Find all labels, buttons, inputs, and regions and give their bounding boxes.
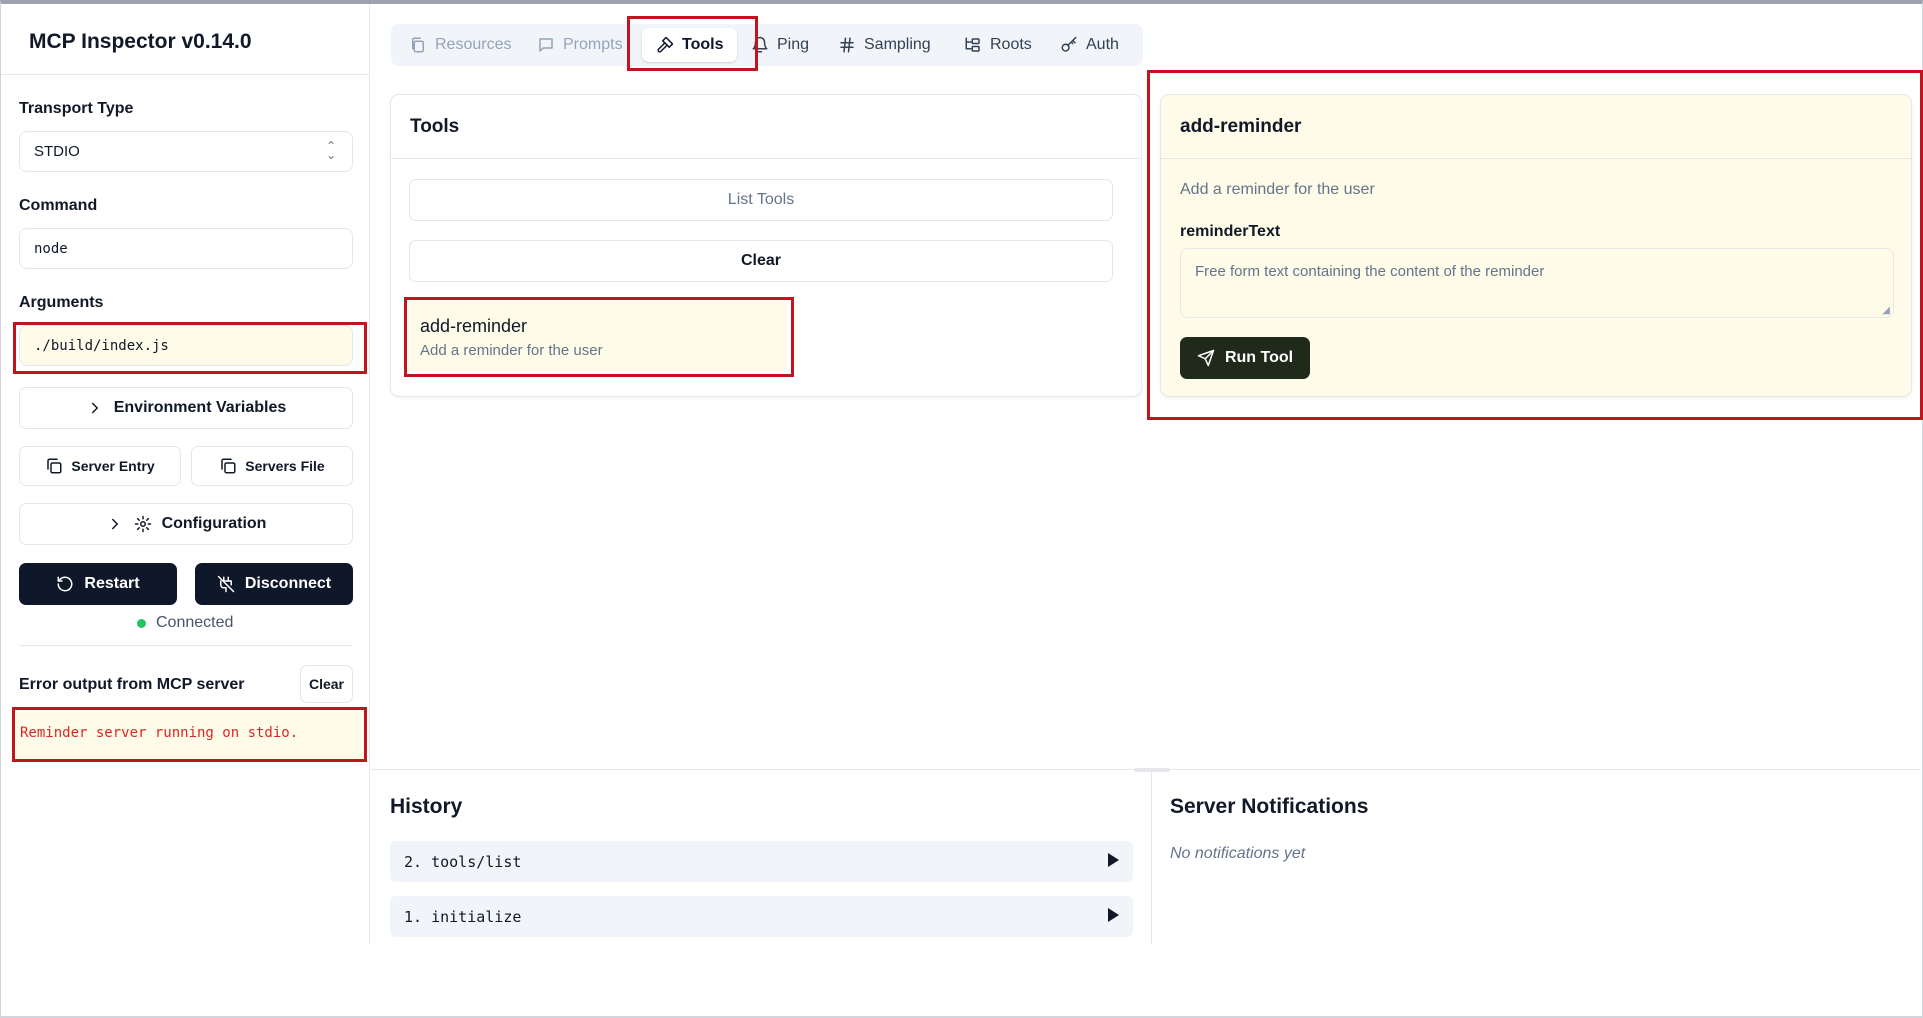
folder-tree-icon xyxy=(965,37,980,52)
tool-detail-description: Add a reminder for the user xyxy=(1180,181,1375,198)
arguments-value: ./build/index.js xyxy=(34,337,169,354)
server-notifications-title: Server Notifications xyxy=(1170,795,1369,818)
tab-roots[interactable]: Roots xyxy=(964,28,1032,62)
tab-bar: Resources Prompts Tools Ping Sampling Ro… xyxy=(391,24,1143,66)
app-title: MCP Inspector v0.14.0 xyxy=(29,30,252,53)
restart-button[interactable]: Restart xyxy=(19,563,177,605)
run-tool-label: Run Tool xyxy=(1224,349,1294,366)
run-tool-button[interactable]: Run Tool xyxy=(1180,337,1310,379)
history-item-label: 1. initialize xyxy=(404,907,522,926)
tab-auth-label: Auth xyxy=(1086,36,1119,53)
list-tools-button[interactable]: List Tools xyxy=(409,179,1113,221)
error-output-text: Reminder server running on stdio. xyxy=(14,712,366,762)
sidebar-divider-2 xyxy=(19,645,353,646)
tool-item-description: Add a reminder for the user xyxy=(420,342,603,359)
clear-tools-button[interactable]: Clear xyxy=(409,240,1113,282)
notifications-empty-text: No notifications yet xyxy=(1170,845,1306,862)
resize-handle-icon[interactable]: ◢ xyxy=(1882,305,1890,316)
sidebar: MCP Inspector v0.14.0 Transport Type STD… xyxy=(1,4,370,944)
environment-variables-toggle[interactable]: Environment Variables xyxy=(19,387,353,429)
command-label: Command xyxy=(19,197,98,214)
history-item[interactable]: 2. tools/list xyxy=(390,841,1133,882)
send-icon xyxy=(1197,349,1215,367)
hammer-icon xyxy=(657,36,674,53)
arguments-label: Arguments xyxy=(19,294,104,311)
tab-tools[interactable]: Tools xyxy=(642,28,738,62)
gear-icon xyxy=(134,515,151,533)
history-title: History xyxy=(390,795,463,818)
key-icon xyxy=(1061,36,1077,52)
tools-list-card: Tools List Tools Clear add-reminder Add … xyxy=(390,94,1142,397)
server-entry-button[interactable]: Server Entry xyxy=(19,446,181,486)
command-input[interactable]: node xyxy=(19,228,353,269)
configuration-toggle[interactable]: Configuration xyxy=(19,503,353,545)
arguments-input[interactable]: ./build/index.js xyxy=(19,325,353,366)
restart-icon xyxy=(57,576,73,592)
bell-icon xyxy=(752,36,768,53)
tool-item-name: add-reminder xyxy=(420,316,528,336)
transport-type-select[interactable]: STDIO ⌃ ⌄ xyxy=(19,131,353,172)
tab-roots-label: Roots xyxy=(990,36,1032,53)
chevron-up-down-icon: ⌃ ⌄ xyxy=(325,139,336,162)
chevron-right-icon xyxy=(111,518,118,530)
disconnect-button[interactable]: Disconnect xyxy=(195,563,353,605)
history-item-label: 2. tools/list xyxy=(404,852,522,871)
server-entry-label: Server Entry xyxy=(71,458,155,474)
servers-file-button[interactable]: Servers File xyxy=(191,446,353,486)
files-icon xyxy=(412,37,424,53)
chevron-right-icon xyxy=(91,402,98,414)
copy-icon xyxy=(221,458,236,474)
tab-resources[interactable]: Resources xyxy=(409,28,511,62)
param-label: reminderText xyxy=(1180,223,1281,240)
servers-file-label: Servers File xyxy=(245,458,325,474)
error-clear-button[interactable]: Clear xyxy=(300,665,353,703)
tool-detail-card: add-reminder Add a reminder for the user… xyxy=(1160,94,1912,397)
tab-prompts[interactable]: Prompts xyxy=(537,28,623,62)
sidebar-divider xyxy=(1,74,370,75)
tab-sampling[interactable]: Sampling xyxy=(838,28,931,62)
resize-handle[interactable] xyxy=(1134,768,1170,772)
tab-resources-label: Resources xyxy=(435,36,512,53)
expand-arrow-icon[interactable] xyxy=(1108,908,1119,922)
tools-card-title: Tools xyxy=(391,95,1141,159)
tab-sampling-label: Sampling xyxy=(864,36,931,53)
expand-arrow-icon[interactable] xyxy=(1108,853,1119,867)
tab-prompts-label: Prompts xyxy=(563,36,623,53)
tool-list-item[interactable]: add-reminder Add a reminder for the user xyxy=(408,301,787,371)
tab-ping-label: Ping xyxy=(777,36,810,53)
reminder-text-placeholder: Free form text containing the content of… xyxy=(1195,263,1545,280)
command-value: node xyxy=(34,240,68,257)
transport-type-label: Transport Type xyxy=(19,100,134,117)
bottom-panel-divider xyxy=(1151,770,1152,944)
history-item[interactable]: 1. initialize xyxy=(390,896,1133,937)
connection-status-text: Connected xyxy=(156,614,234,631)
message-square-icon xyxy=(539,38,553,52)
tab-ping[interactable]: Ping xyxy=(751,28,809,62)
error-output-label: Error output from MCP server xyxy=(19,676,245,693)
tab-tools-label: Tools xyxy=(682,36,724,53)
connection-status-dot xyxy=(137,619,146,628)
restart-label: Restart xyxy=(84,575,140,592)
plug-off-icon xyxy=(217,575,235,593)
disconnect-label: Disconnect xyxy=(244,575,332,592)
environment-variables-label: Environment Variables xyxy=(113,399,287,416)
transport-type-value: STDIO xyxy=(34,143,80,160)
reminder-text-textarea[interactable]: Free form text containing the content of… xyxy=(1180,248,1894,318)
copy-icon xyxy=(47,458,62,474)
tab-auth[interactable]: Auth xyxy=(1060,28,1119,62)
tool-detail-title: add-reminder xyxy=(1161,95,1911,159)
configuration-label: Configuration xyxy=(161,515,267,532)
hash-icon xyxy=(840,37,854,53)
